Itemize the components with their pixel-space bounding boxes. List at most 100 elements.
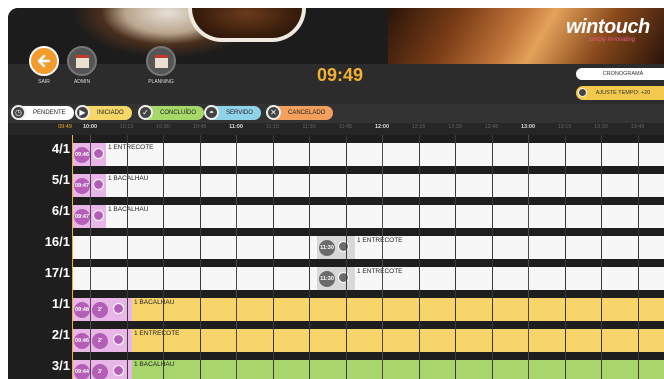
- time-tick: 12:15: [411, 124, 426, 130]
- order-item-label: 1 ENTRECOTE: [357, 268, 403, 275]
- kitchen-timeline: 09:49 10:00 10:15 10:30 10:45 11:00 11:15 11:3…: [8, 123, 664, 379]
- admin-button[interactable]: ADMIN: [64, 46, 100, 85]
- order-time-badge: 09:48: [74, 302, 90, 318]
- status-icon: ◓: [204, 105, 219, 120]
- elapsed-badge: 3': [92, 364, 108, 379]
- status-icon: ◷: [11, 105, 26, 120]
- calendar-icon: [67, 46, 97, 76]
- status-iniciado[interactable]: ▶ INICIADO: [75, 105, 132, 120]
- header-banner: wintouch simply innovating: [8, 8, 664, 64]
- order-time-badge: 09:44: [74, 364, 90, 379]
- order-item-label: 1 ENTRECOTE: [108, 144, 154, 151]
- grid-line: [528, 135, 529, 379]
- time-tick: 11:45: [338, 124, 353, 130]
- time-tick: 13:00: [520, 124, 536, 130]
- order-item-label: 1 BACALHAU: [108, 206, 149, 213]
- grid-line: [90, 135, 91, 379]
- time-tick: 12:45: [484, 124, 499, 130]
- order-row[interactable]: 3/1 09:44 3' 1 BACALHAU: [8, 352, 664, 379]
- grid-line: [272, 135, 274, 379]
- order-item-label: 1 BACALHAU: [134, 299, 175, 306]
- order-row[interactable]: 17/1 11:30 1 ENTRECOTE: [8, 259, 664, 290]
- time-tick: 13:15: [557, 124, 572, 130]
- grid-line: [564, 135, 566, 379]
- grid-line: [455, 135, 456, 379]
- clock-icon[interactable]: [338, 241, 349, 252]
- grid-line: [601, 135, 602, 379]
- time-tick: 10:15: [119, 124, 134, 130]
- planning-button[interactable]: PLANNING: [143, 46, 179, 85]
- cronograma-label: CRONOGRAMA: [602, 71, 644, 77]
- progress-bar: [132, 360, 664, 379]
- order-time-badge: 09:47: [74, 209, 90, 225]
- elapsed-badge: 2': [92, 302, 108, 318]
- table-label: 17/1: [44, 265, 70, 280]
- status-servido[interactable]: ◓ SERVIDO: [204, 105, 261, 120]
- clock-icon[interactable]: [93, 210, 104, 221]
- coffee-cup-graphic: [188, 8, 306, 42]
- order-time-badge: 11:30: [319, 271, 335, 287]
- order-row[interactable]: 1/1 09:48 2' 1 BACALHAU: [8, 290, 664, 321]
- grid-line: [126, 135, 128, 379]
- cronograma-button[interactable]: CRONOGRAMA: [576, 68, 664, 80]
- brand-tagline: simply innovating: [589, 37, 636, 43]
- time-adjust-label: AJUSTE TEMPO: +20: [595, 90, 651, 96]
- table-label: 3/1: [51, 358, 70, 373]
- grid-line: [163, 135, 164, 379]
- current-time: 09:49: [317, 65, 364, 85]
- progress-bar: [132, 329, 664, 352]
- progress-bar: [132, 298, 664, 321]
- row-background: [72, 174, 664, 197]
- order-row[interactable]: 6/1 09:47 1 BACALHAU: [8, 197, 664, 228]
- grid-line: [236, 135, 237, 379]
- app-window: wintouch simply innovating SAIR ADMIN PL…: [8, 8, 664, 379]
- status-pendente[interactable]: ◷ PENDENTE: [11, 105, 74, 120]
- order-row[interactable]: 16/1 11:30 1 ENTRECOTE: [8, 228, 664, 259]
- grid-line: [345, 135, 347, 379]
- order-row[interactable]: 5/1 09:47 1 BACALHAU: [8, 166, 664, 197]
- chef-hat-icon[interactable]: [113, 334, 124, 345]
- table-label: 4/1: [51, 141, 70, 156]
- status-cancelado[interactable]: ✕ CANCELADO: [266, 105, 334, 120]
- time-tick: 13:30: [594, 124, 608, 130]
- row-background: [72, 205, 664, 228]
- now-tick: 09:49: [58, 124, 72, 130]
- time-tick: 10:30: [156, 124, 170, 130]
- grid-line: [637, 135, 639, 379]
- calendar-icon: [146, 46, 176, 76]
- table-label: 2/1: [51, 327, 70, 342]
- row-background: [72, 143, 664, 166]
- clock-icon[interactable]: [338, 272, 349, 283]
- order-row[interactable]: 2/1 09:46 2' 1 ENTRECOTE: [8, 321, 664, 352]
- time-tick: 11:15: [265, 124, 280, 130]
- status-icon: ✕: [266, 105, 281, 120]
- exit-button[interactable]: SAIR: [26, 46, 62, 85]
- brand-logo: wintouch: [566, 16, 650, 38]
- order-row[interactable]: 4/1 09:46 1 ENTRECOTE: [8, 135, 664, 166]
- status-legend: ◷ PENDENTE ▶ INICIADO ✓ CONCLUÍDO ◓ SERVIDO ✕ CAN…: [8, 104, 664, 123]
- clock-icon: [578, 88, 587, 97]
- order-time-badge: 09:47: [74, 178, 90, 194]
- clock-icon[interactable]: [93, 148, 104, 159]
- order-time-badge: 09:46: [74, 333, 90, 349]
- check-icon[interactable]: [113, 365, 124, 376]
- time-tick: 12:00: [374, 124, 390, 130]
- grid-line: [309, 135, 310, 379]
- time-adjust-button[interactable]: AJUSTE TEMPO: +20: [576, 86, 664, 100]
- grid-line: [382, 135, 383, 379]
- time-tick: 10:45: [192, 124, 207, 130]
- order-time-badge: 09:46: [74, 147, 90, 163]
- time-tick: 13:45: [630, 124, 645, 130]
- status-concludo[interactable]: ✓ CONCLUÍDO: [138, 105, 205, 120]
- table-label: 1/1: [51, 296, 70, 311]
- time-tick: 12:30: [448, 124, 462, 130]
- clock-icon[interactable]: [93, 179, 104, 190]
- toolbar: SAIR ADMIN PLANNING 09:49 CRONOGRAMA AJU…: [8, 46, 664, 104]
- time-tick: 11:00: [229, 124, 243, 130]
- table-label: 6/1: [51, 203, 70, 218]
- order-item-label: 1 ENTRECOTE: [357, 237, 403, 244]
- table-label: 16/1: [44, 234, 70, 249]
- admin-label: ADMIN: [73, 79, 91, 85]
- chef-hat-icon[interactable]: [113, 303, 124, 314]
- status-icon: ▶: [75, 105, 90, 120]
